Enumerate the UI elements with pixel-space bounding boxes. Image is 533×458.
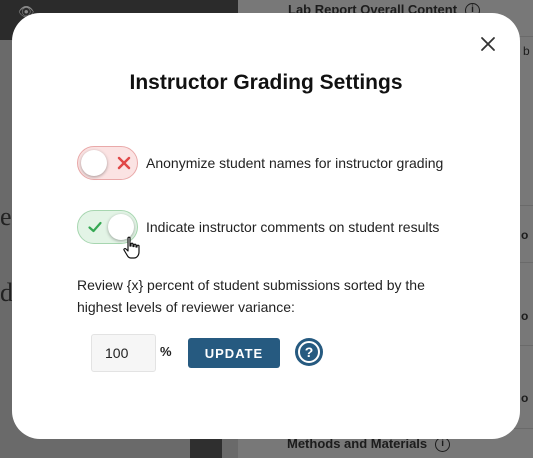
toggle-knob (81, 150, 107, 176)
help-icon[interactable]: ? (295, 338, 323, 366)
anonymize-label: Anonymize student names for instructor g… (146, 155, 444, 171)
help-glyph: ? (298, 341, 320, 363)
grading-settings-modal: Instructor Grading Settings Anonymize st… (12, 13, 520, 439)
anonymize-toggle[interactable] (77, 146, 138, 180)
instructor-comments-label: Indicate instructor comments on student … (146, 219, 440, 235)
close-button[interactable] (477, 33, 499, 55)
review-percent-description: Review {x} percent of student submission… (77, 277, 425, 315)
check-icon (88, 221, 102, 233)
modal-title: Instructor Grading Settings (129, 71, 403, 94)
close-icon (481, 37, 495, 51)
x-icon (117, 156, 131, 170)
hand-cursor-icon (123, 236, 140, 259)
review-percent-input[interactable] (91, 334, 156, 372)
info-icon: i (435, 437, 451, 453)
anonymize-setting-row: Anonymize student names for instructor g… (77, 146, 443, 180)
percent-sign: % (160, 344, 172, 359)
update-button[interactable]: UPDATE (188, 338, 280, 368)
